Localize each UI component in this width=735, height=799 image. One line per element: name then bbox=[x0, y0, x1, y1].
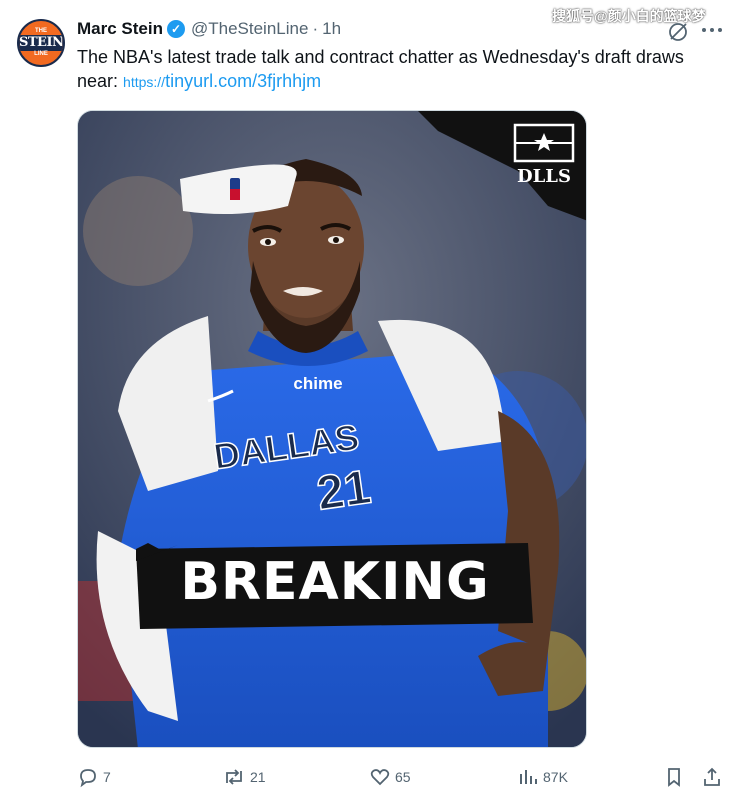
share-button[interactable] bbox=[701, 762, 723, 792]
link-text: tinyurl.com/3fjrhhjm bbox=[165, 71, 322, 91]
retweet-count: 21 bbox=[250, 769, 266, 785]
player-illustration: DLLS chime DALLAS 21 bbox=[78, 111, 586, 747]
action-bar: 7 21 65 87K bbox=[0, 762, 735, 792]
jersey-number: 21 bbox=[314, 461, 374, 521]
views-button[interactable]: 87K bbox=[517, 762, 568, 792]
tweet-link[interactable]: https://tinyurl.com/3fjrhhjm bbox=[123, 71, 321, 91]
jersey-brand: chime bbox=[293, 374, 342, 393]
separator-dot: · bbox=[312, 19, 319, 38]
breaking-banner: BREAKING bbox=[180, 552, 490, 612]
reply-icon bbox=[80, 769, 96, 788]
retweet-button[interactable]: 21 bbox=[222, 762, 266, 792]
tweet-header: Marc Stein ✓ @TheSteinLine · 1h bbox=[77, 17, 341, 41]
timestamp[interactable]: 1h bbox=[322, 19, 341, 39]
reply-count: 7 bbox=[103, 769, 111, 785]
tweet-media-image[interactable]: DLLS chime DALLAS 21 BREAKING bbox=[77, 110, 587, 748]
share-icon bbox=[704, 767, 720, 786]
views-chart-icon bbox=[520, 770, 537, 784]
reply-button[interactable]: 7 bbox=[77, 762, 111, 792]
avatar-text-bottom: LINE bbox=[34, 51, 48, 57]
verified-badge-icon: ✓ bbox=[166, 20, 185, 38]
bookmark-button[interactable] bbox=[663, 762, 685, 792]
like-button[interactable]: 65 bbox=[369, 762, 411, 792]
author-name[interactable]: Marc Stein bbox=[77, 19, 163, 39]
link-prefix: https:// bbox=[123, 74, 166, 90]
more-options-icon[interactable] bbox=[702, 28, 722, 34]
avatar[interactable]: THE STEIN LINE bbox=[17, 19, 65, 67]
author-handle[interactable]: @TheSteinLine bbox=[191, 19, 308, 39]
retweet-icon bbox=[226, 769, 242, 785]
tweet-card[interactable]: THE STEIN LINE Marc Stein ✓ @TheSteinLin… bbox=[0, 0, 735, 799]
grok-icon[interactable] bbox=[667, 21, 689, 43]
heart-icon bbox=[370, 769, 390, 786]
avatar-text-middle: STEIN bbox=[19, 35, 64, 51]
avatar-text-top: THE bbox=[35, 28, 47, 34]
bookmark-icon bbox=[668, 768, 680, 787]
tweet-text: The NBA's latest trade talk and contract… bbox=[77, 45, 707, 94]
dlls-logo-text: DLLS bbox=[517, 166, 571, 187]
views-count: 87K bbox=[543, 769, 568, 785]
like-count: 65 bbox=[395, 769, 411, 785]
